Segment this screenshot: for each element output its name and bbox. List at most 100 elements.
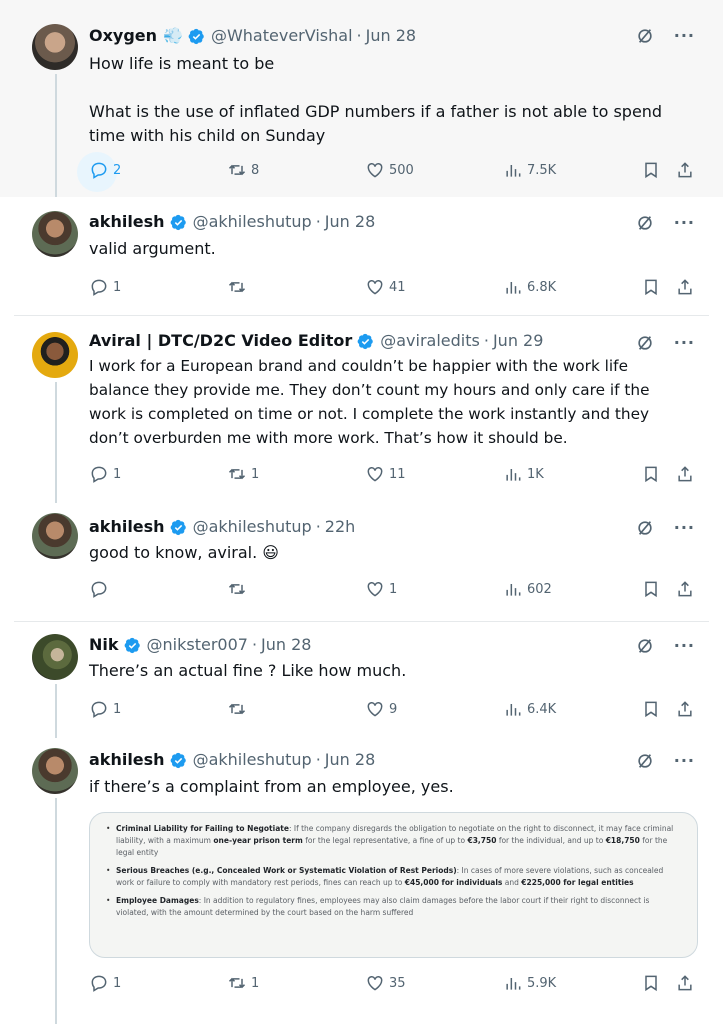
verified-badge-icon: [170, 519, 186, 535]
views-button[interactable]: 602: [503, 579, 552, 599]
separator-dot: ·: [315, 517, 321, 536]
tweet-date[interactable]: Jun 28: [325, 750, 375, 770]
bookmark-icon: [645, 162, 657, 179]
reply-button[interactable]: [89, 579, 113, 599]
retweet-icon: [228, 703, 246, 715]
bookmark-button[interactable]: [641, 160, 661, 180]
grok-icon[interactable]: [636, 214, 654, 232]
views-button[interactable]: 1K: [503, 464, 544, 484]
retweet-button[interactable]: [227, 699, 251, 719]
verified-badge-icon: [170, 752, 186, 768]
tweet-2[interactable]: akhilesh @akhileshutup · Jun 28 ··· vali…: [0, 197, 723, 315]
more-icon[interactable]: ···: [674, 751, 695, 770]
share-button[interactable]: [675, 464, 695, 484]
retweet-button[interactable]: 1: [227, 464, 259, 484]
like-button[interactable]: 11: [365, 464, 406, 484]
tweet-date[interactable]: Jun 28: [261, 635, 311, 655]
views-button[interactable]: 5.9K: [503, 973, 556, 993]
bookmark-button[interactable]: [641, 277, 661, 297]
grok-icon[interactable]: [636, 27, 654, 45]
retweet-count: 8: [251, 162, 260, 178]
reply-button[interactable]: 1: [89, 277, 121, 297]
attached-image[interactable]: Criminal Liability for Failing to Negoti…: [89, 812, 698, 958]
author-handle[interactable]: @akhileshutup: [193, 212, 312, 232]
thread-line: [55, 382, 57, 503]
verified-badge-icon: [170, 214, 186, 230]
retweet-button[interactable]: 1: [227, 973, 259, 993]
more-icon[interactable]: ···: [674, 213, 695, 232]
separator-dot: ·: [356, 26, 362, 45]
share-button[interactable]: [675, 160, 695, 180]
more-icon[interactable]: ···: [674, 636, 695, 655]
author-name[interactable]: Aviral | DTC/D2C Video Editor: [89, 331, 352, 351]
author-name[interactable]: Oxygen: [89, 26, 157, 46]
tweet-date[interactable]: Jun 28: [325, 212, 375, 232]
reply-button[interactable]: 1: [89, 973, 121, 993]
views-icon: [506, 469, 521, 481]
views-button[interactable]: 7.5K: [503, 160, 556, 180]
grok-icon[interactable]: [636, 637, 654, 655]
tweet-1[interactable]: Oxygen 💨 @WhateverVishal · Jun 28 ··· Ho…: [0, 0, 723, 197]
author-handle[interactable]: @nikster007: [147, 635, 248, 655]
like-button[interactable]: 500: [365, 160, 414, 180]
bullet-bold: €225,000 for legal entities: [521, 878, 634, 887]
tweet-6[interactable]: akhilesh @akhileshutup · Jun 28 ··· if t…: [0, 738, 723, 1024]
retweet-button[interactable]: 8: [227, 160, 259, 180]
author-handle[interactable]: @akhileshutup: [193, 750, 312, 770]
verified-badge-icon: [188, 28, 204, 44]
reply-count: 1: [113, 466, 122, 482]
like-count: 11: [389, 466, 406, 482]
author-handle[interactable]: @WhateverVishal: [211, 26, 353, 46]
like-button[interactable]: 41: [365, 277, 406, 297]
share-button[interactable]: [675, 277, 695, 297]
more-icon[interactable]: ···: [674, 26, 695, 45]
views-button[interactable]: 6.8K: [503, 277, 556, 297]
tweet-date[interactable]: 22h: [325, 517, 356, 537]
reply-button[interactable]: 2: [77, 152, 121, 192]
views-count: 5.9K: [527, 975, 557, 991]
grok-icon[interactable]: [636, 334, 654, 352]
avatar[interactable]: [32, 24, 78, 70]
tweet-3[interactable]: Aviral | DTC/D2C Video Editor @aviraledi…: [0, 316, 723, 503]
retweet-button[interactable]: [227, 277, 251, 297]
tweet-date[interactable]: Jun 28: [366, 26, 416, 46]
views-button[interactable]: 6.4K: [503, 699, 556, 719]
reply-button[interactable]: 1: [89, 699, 121, 719]
avatar[interactable]: [32, 513, 78, 559]
author-name[interactable]: Nik: [89, 635, 119, 655]
author-name[interactable]: akhilesh: [89, 517, 165, 537]
tweet-text-line: How life is meant to be: [89, 54, 275, 73]
author-handle[interactable]: @aviraledits: [380, 331, 480, 351]
tweet-date[interactable]: Jun 29: [493, 331, 543, 351]
like-button[interactable]: 35: [365, 973, 406, 993]
like-button[interactable]: 1: [365, 579, 397, 599]
author-name[interactable]: akhilesh: [89, 750, 165, 770]
bookmark-button[interactable]: [641, 579, 661, 599]
grok-icon[interactable]: [636, 519, 654, 537]
avatar[interactable]: [32, 748, 78, 794]
share-button[interactable]: [675, 973, 695, 993]
tweet-actions: 1 1 35 5.9K: [89, 973, 695, 997]
reply-button[interactable]: 1: [89, 464, 121, 484]
tweet-text-line: What is the use of inflated GDP numbers …: [89, 102, 663, 145]
grok-icon[interactable]: [636, 752, 654, 770]
like-button[interactable]: 9: [365, 699, 397, 719]
bullet-title: Employee Damages: [116, 896, 199, 905]
bookmark-button[interactable]: [641, 973, 661, 993]
verified-badge-icon: [124, 637, 140, 653]
share-button[interactable]: [675, 579, 695, 599]
views-icon: [506, 165, 521, 177]
bookmark-button[interactable]: [641, 699, 661, 719]
avatar[interactable]: [32, 332, 78, 378]
author-handle[interactable]: @akhileshutup: [193, 517, 312, 537]
avatar[interactable]: [32, 634, 78, 680]
more-icon[interactable]: ···: [674, 518, 695, 537]
bookmark-button[interactable]: [641, 464, 661, 484]
retweet-button[interactable]: [227, 579, 251, 599]
share-button[interactable]: [675, 699, 695, 719]
more-icon[interactable]: ···: [674, 333, 695, 352]
tweet-5[interactable]: Nik @nikster007 · Jun 28 ··· There’s an …: [0, 622, 723, 738]
avatar[interactable]: [32, 211, 78, 257]
author-name[interactable]: akhilesh: [89, 212, 165, 232]
tweet-4[interactable]: akhilesh @akhileshutup · 22h ··· good to…: [0, 503, 723, 620]
